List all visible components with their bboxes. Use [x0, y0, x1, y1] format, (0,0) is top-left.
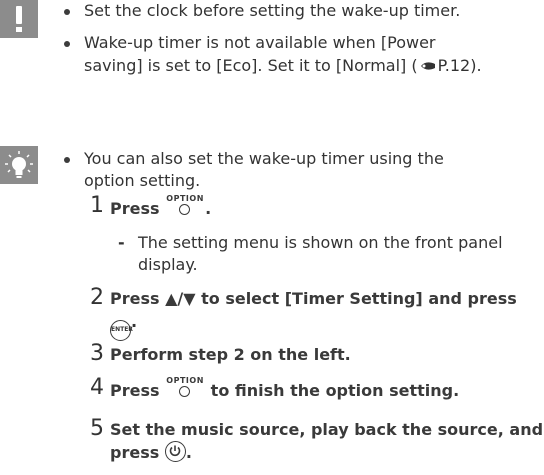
page-reference-icon: [420, 62, 435, 70]
option-button-icon: OPTION: [166, 377, 204, 397]
power-button-icon: [164, 441, 186, 462]
caution-item-2-line1: Wake-up timer is not available when [Pow…: [84, 33, 436, 52]
bullet: [64, 9, 70, 15]
step-2-line2: ENTER.: [110, 310, 137, 341]
option-button-icon: OPTION: [166, 195, 204, 215]
step-1-note-line2: display.: [138, 255, 198, 274]
step-5-line2: press .: [110, 441, 192, 462]
step-5: 5 Set the music source, play back the so…: [90, 416, 544, 441]
step-3: 3 Perform step 2 on the left.: [90, 341, 351, 366]
tip-intro: You can also set the wake-up timer using…: [64, 148, 444, 170]
step-1: 1 Press OPTION .: [90, 193, 212, 218]
exclamation-icon: [0, 0, 38, 38]
step-1-note: - The setting menu is shown on the front…: [118, 233, 503, 252]
tip-intro-line2: option setting.: [84, 171, 201, 190]
enter-button-icon: ENTER: [110, 320, 133, 341]
step-2: 2 Press ▲/▼ to select [Timer Setting] an…: [90, 285, 517, 310]
caution-item-2: Wake-up timer is not available when [Pow…: [64, 32, 435, 54]
lightbulb-icon: [0, 146, 38, 184]
caution-item-2-line2: saving] is set to [Eco]. Set it to [Norm…: [84, 56, 482, 75]
step-4: 4 Press OPTION to finish the option sett…: [90, 375, 460, 400]
bullet: [64, 41, 70, 47]
caution-item-1: Set the clock before setting the wake-up…: [64, 0, 460, 22]
bullet: [64, 157, 70, 163]
